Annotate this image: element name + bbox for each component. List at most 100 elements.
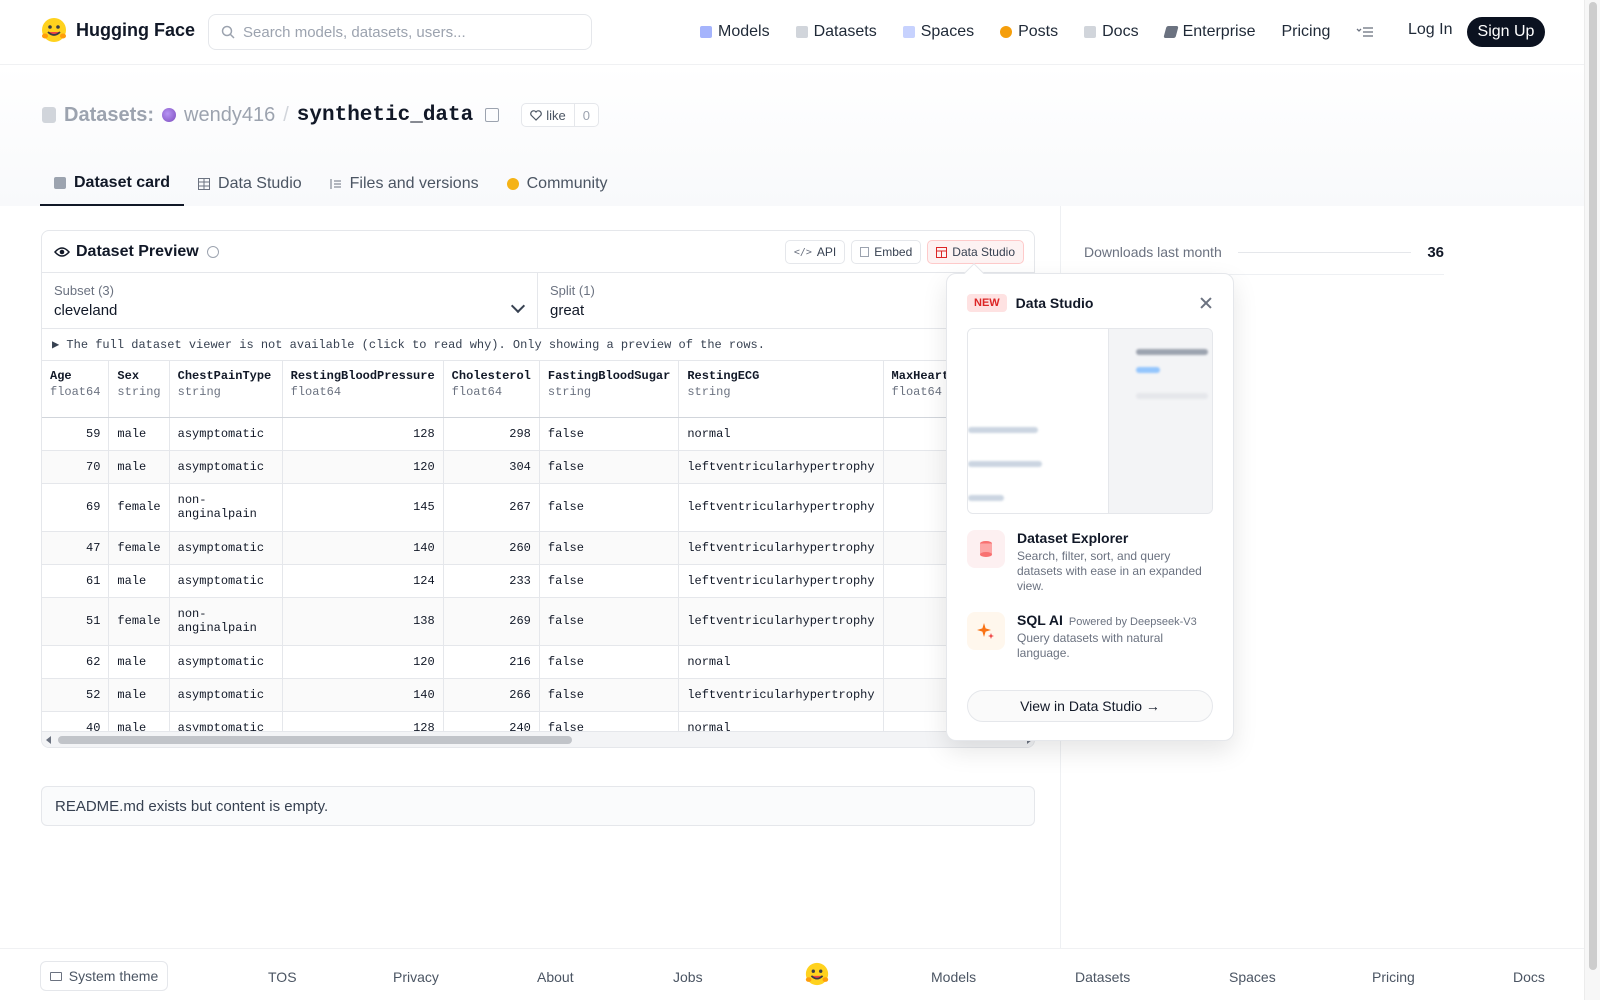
scrollbar-thumb[interactable] <box>58 736 572 744</box>
footer-link-tos[interactable]: TOS <box>268 969 297 985</box>
column-header[interactable]: Sex string <box>108 361 170 418</box>
table-cell: asymptomatic <box>169 417 283 451</box>
hugging-face-logo-icon[interactable] <box>804 961 830 987</box>
footer-link-datasets[interactable]: Datasets <box>1075 969 1130 985</box>
enterprise-icon <box>1162 26 1179 38</box>
horizontal-scrollbar[interactable] <box>42 731 1034 747</box>
embed-button[interactable]: Embed <box>851 240 922 264</box>
table-cell: 266 <box>443 678 540 712</box>
viewer-notice[interactable]: ▶ The full dataset viewer is not availab… <box>42 329 1034 361</box>
footer-link-privacy[interactable]: Privacy <box>393 969 439 985</box>
nav-docs-label: Docs <box>1102 23 1139 40</box>
close-icon[interactable] <box>1199 296 1213 310</box>
login-link[interactable]: Log In <box>1408 21 1452 39</box>
view-in-data-studio-button[interactable]: View in Data Studio → <box>967 690 1213 722</box>
preview-image-blur-6 <box>968 495 1004 501</box>
preview-image-right-pane <box>1108 329 1212 513</box>
scroll-left-arrow-icon[interactable] <box>46 736 51 744</box>
brand-link[interactable]: Hugging Face <box>40 16 195 44</box>
footer-link-spaces[interactable]: Spaces <box>1229 969 1276 985</box>
embed-label: Embed <box>874 245 913 259</box>
copy-icon[interactable] <box>485 108 500 122</box>
tab-files-and-versions[interactable]: Files and versions <box>316 162 493 206</box>
table-cell: leftventricularhypertrophy <box>678 450 884 484</box>
page-scrollbar-thumb[interactable] <box>1589 2 1597 970</box>
tab-data-studio[interactable]: Data Studio <box>184 162 316 206</box>
footer-link-docs[interactable]: Docs <box>1513 969 1545 985</box>
nav-spaces[interactable]: Spaces <box>902 18 975 46</box>
page-vertical-scrollbar[interactable] <box>1584 0 1600 1000</box>
table-cell: 124 <box>282 564 444 598</box>
downloads-label: Downloads last month <box>1084 244 1222 260</box>
nav-posts[interactable]: Posts <box>1000 18 1058 46</box>
table-row[interactable]: 61 male asymptomatic 124 233 false leftventric… <box>42 564 1034 598</box>
search-box[interactable] <box>208 14 592 50</box>
column-header[interactable]: ChestPainType string <box>169 361 283 418</box>
code-icon: </> <box>793 246 812 258</box>
column-name: RestingBloodPressure <box>290 369 435 383</box>
docs-icon <box>1084 26 1097 38</box>
table-row[interactable]: 69 female non-anginalpain 145 267 false leftve… <box>42 483 1034 532</box>
nav-docs[interactable]: Docs <box>1084 18 1139 46</box>
downloads-sparkline <box>1237 251 1412 253</box>
table-cell: 70 <box>42 450 110 484</box>
table-row[interactable]: 59maleasymptomatic128298falsenormal1 <box>42 417 1034 451</box>
table-icon <box>198 178 211 190</box>
nav-pricing-label: Pricing <box>1281 23 1331 40</box>
search-input[interactable] <box>243 23 563 41</box>
column-header[interactable]: RestingBloodPressure float64 <box>282 361 444 418</box>
breadcrumb-owner[interactable]: wendy416 <box>184 104 275 127</box>
data-studio-button[interactable]: Data Studio <box>927 240 1024 264</box>
table-row[interactable]: 51 female non-anginalpain 138 269 false leftve… <box>42 597 1034 646</box>
column-header[interactable]: FastingBloodSugar string <box>539 361 680 418</box>
breadcrumb-datasets[interactable]: Datasets: <box>64 104 154 127</box>
column-header[interactable]: RestingECG string <box>678 361 884 418</box>
info-icon[interactable] <box>206 245 219 258</box>
repo-name[interactable]: synthetic_data <box>297 104 473 127</box>
subset-select[interactable]: Subset (3) cleveland <box>42 273 538 328</box>
table-cell: normal <box>678 645 884 679</box>
column-name: Cholesterol <box>451 369 531 383</box>
tab-community[interactable]: Community <box>493 162 622 206</box>
powered-by-label: Powered by Deepseek-V3 <box>1068 616 1197 628</box>
like-action[interactable]: like <box>522 104 575 126</box>
nav-pricing[interactable]: Pricing <box>1281 18 1330 46</box>
table-cell: 120 <box>282 450 444 484</box>
nav-datasets[interactable]: Datasets <box>795 18 877 46</box>
table-cell: 52 <box>42 678 110 712</box>
theme-toggle-button[interactable]: System theme <box>40 961 168 991</box>
table-row[interactable]: 47 female asymptomatic 140 260 false leftventr… <box>42 531 1034 565</box>
main-nav: Models Datasets Spaces Posts Docs Enterp… <box>700 18 1400 46</box>
tab-dataset-card[interactable]: Dataset card <box>40 162 185 206</box>
table-cell: male <box>108 450 170 484</box>
table-cell: male <box>108 417 170 451</box>
table-row[interactable]: 70 male asymptomatic 120 304 false leftventric… <box>42 450 1034 484</box>
column-header[interactable]: Cholesterol float64 <box>443 361 540 418</box>
preview-image-blur-2 <box>1136 367 1160 373</box>
footer-link-pricing[interactable]: Pricing <box>1372 969 1415 985</box>
sql-ai-title: SQL AI <box>1017 612 1063 628</box>
nav-enterprise[interactable]: Enterprise <box>1162 18 1255 46</box>
footer-link-jobs[interactable]: Jobs <box>673 969 703 985</box>
api-button[interactable]: </> API <box>784 240 846 264</box>
popover-title: Data Studio <box>1015 295 1094 311</box>
more-menu-button[interactable] <box>1356 18 1374 46</box>
preview-image-blur-5 <box>968 461 1042 467</box>
data-studio-label: Data Studio <box>952 245 1015 259</box>
like-button[interactable]: like 0 <box>521 103 599 127</box>
footer-link-about[interactable]: About <box>537 969 574 985</box>
table-cell: 138 <box>282 597 444 646</box>
brand-name: Hugging Face <box>76 19 196 40</box>
table-row[interactable]: 62maleasymptomatic120216falsenormal1 <box>42 645 1034 679</box>
dataset-preview-title: Dataset Preview <box>76 242 199 260</box>
column-header[interactable]: Age float64 <box>42 361 110 418</box>
nav-spaces-label: Spaces <box>920 23 975 40</box>
table-cell: 120 <box>282 645 444 679</box>
like-label: like <box>546 107 566 123</box>
nav-models[interactable]: Models <box>700 18 770 46</box>
tab-community-label: Community <box>526 175 608 192</box>
eye-icon <box>54 246 70 257</box>
footer-link-models[interactable]: Models <box>931 969 976 985</box>
signup-button[interactable]: Sign Up <box>1467 17 1545 47</box>
table-row[interactable]: 52 male asymptomatic 140 266 false leftventric… <box>42 678 1034 712</box>
